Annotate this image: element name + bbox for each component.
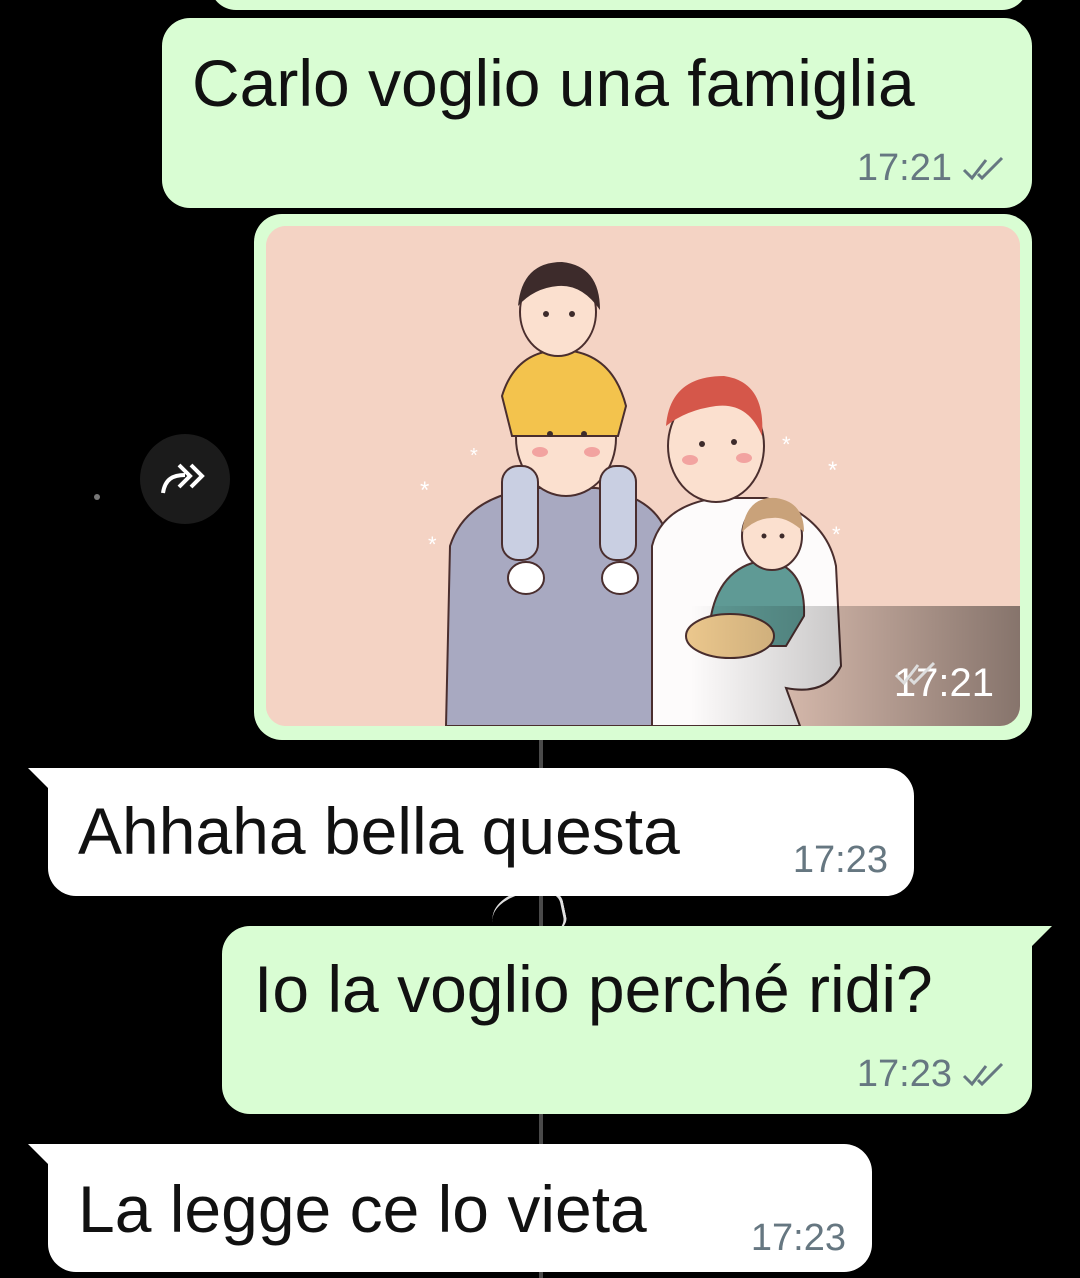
svg-text:*: * <box>420 477 429 504</box>
message-meta: 17:23 <box>751 1217 846 1260</box>
chat-area: Carlo voglio una famiglia 17:21 * * * * <box>0 0 1080 1278</box>
svg-text:*: * <box>782 432 791 457</box>
message-bubble-image[interactable]: * * * * * * 17:21 <box>254 214 1032 740</box>
message-text: La legge ce lo vieta <box>78 1172 647 1246</box>
double-check-icon <box>962 1062 1004 1086</box>
message-meta: 17:21 <box>894 661 994 706</box>
message-text: Carlo voglio una famiglia <box>192 46 915 120</box>
message-meta: 17:23 <box>793 839 888 882</box>
wallpaper-dot <box>94 494 100 500</box>
previous-message-bubble[interactable] <box>210 0 1028 10</box>
message-meta: 17:21 <box>857 147 1006 190</box>
svg-text:*: * <box>828 457 837 484</box>
message-text: Ahhaha bella questa <box>78 794 680 868</box>
svg-text:*: * <box>428 532 437 557</box>
message-meta: 17:23 <box>857 1053 1006 1096</box>
message-text: Io la voglio perché ridi? <box>254 952 933 1026</box>
family-illustration-image[interactable]: * * * * * * 17:21 <box>266 226 1020 726</box>
message-time: 17:21 <box>856 147 952 189</box>
double-check-icon <box>962 156 1004 180</box>
svg-text:*: * <box>832 522 841 547</box>
message-bubble-incoming[interactable]: Ahhaha bella questa 17:23 <box>48 768 914 896</box>
message-time: 17:23 <box>856 1053 952 1095</box>
svg-text:*: * <box>470 445 478 467</box>
forward-icon <box>161 463 205 494</box>
message-time: 17:23 <box>750 1217 846 1259</box>
double-check-icon <box>894 661 935 686</box>
message-time: 17:23 <box>792 839 888 881</box>
forward-button[interactable] <box>140 434 230 524</box>
message-bubble-outgoing[interactable]: Carlo voglio una famiglia 17:21 <box>162 18 1032 208</box>
message-bubble-incoming[interactable]: La legge ce lo vieta 17:23 <box>48 1144 872 1272</box>
message-bubble-outgoing[interactable]: Io la voglio perché ridi? 17:23 <box>222 926 1032 1114</box>
